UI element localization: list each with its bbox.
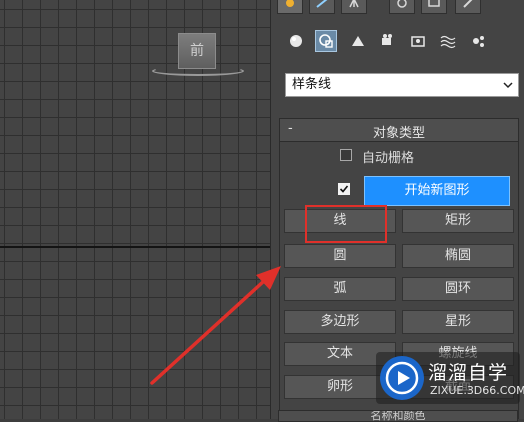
- motion-tab[interactable]: [389, 0, 415, 14]
- shape-category-dropdown[interactable]: 样条线: [285, 73, 519, 97]
- space-warps-icon: [440, 35, 456, 49]
- modify-tab-icon: [316, 0, 328, 8]
- cameras-icon: [382, 34, 392, 45]
- utilities-tab-icon: [463, 0, 473, 8]
- modify-tab[interactable]: [309, 0, 335, 14]
- object-type-rollout-header[interactable]: - 对象类型: [280, 119, 518, 142]
- helpers-subcategory[interactable]: [407, 30, 429, 52]
- name-and-color-rollout-header[interactable]: 名称和颜色: [278, 410, 518, 422]
- arc-button[interactable]: 弧: [284, 277, 396, 301]
- watermark: 溜溜自学 ZIXUE.3D66.COM: [376, 352, 524, 404]
- line-button-highlight: [305, 205, 387, 243]
- hierarchy-tab-icon: [349, 0, 359, 8]
- display-tab[interactable]: [421, 0, 447, 14]
- play-logo-icon: [385, 361, 419, 395]
- create-subcategory-toolbar: [285, 30, 515, 54]
- create-tab[interactable]: [277, 0, 303, 14]
- donut-button[interactable]: 圆环: [402, 277, 514, 301]
- start-new-shape-button[interactable]: 开始新图形: [364, 176, 510, 206]
- systems-subcategory[interactable]: [467, 30, 489, 52]
- watermark-title: 溜溜自学: [428, 362, 509, 384]
- lights-subcategory[interactable]: [347, 30, 369, 52]
- lights-icon: [352, 36, 364, 46]
- watermark-logo: [380, 356, 424, 400]
- start-new-shape-checkbox[interactable]: [338, 183, 350, 195]
- geometry-icon: [290, 35, 302, 47]
- chevron-down-icon: [503, 82, 513, 89]
- watermark-url: ZIXUE.3D66.COM: [430, 384, 524, 397]
- perspective-viewport[interactable]: 前: [0, 0, 270, 419]
- rectangle-button[interactable]: 矩形: [402, 209, 514, 233]
- star-button[interactable]: 星形: [402, 310, 514, 334]
- cameras-subcategory[interactable]: [377, 30, 399, 52]
- space-warps-subcategory[interactable]: [437, 30, 459, 52]
- shapes-icon: [319, 34, 333, 48]
- ngon-button[interactable]: 多边形: [284, 310, 396, 334]
- motion-tab-icon: [397, 0, 407, 8]
- autogrid-checkbox[interactable]: [340, 149, 352, 161]
- utilities-tab[interactable]: [455, 0, 481, 14]
- ellipse-button[interactable]: 椭圆: [402, 244, 514, 268]
- geometry-subcategory[interactable]: [285, 30, 307, 52]
- autogrid-label: 自动栅格: [362, 151, 415, 166]
- start-new-shape-label: 开始新图形: [404, 183, 470, 198]
- helpers-icon: [411, 36, 425, 47]
- command-panel-tabs: [271, 0, 524, 18]
- systems-icon: [473, 36, 484, 47]
- shapes-subcategory[interactable]: [315, 30, 337, 52]
- shape-category-value: 样条线: [292, 77, 332, 92]
- rollout-title: 对象类型: [372, 126, 425, 141]
- viewcube[interactable]: 前: [178, 33, 216, 69]
- grid-home-axis: [0, 246, 270, 248]
- checkmark-icon: [339, 185, 349, 193]
- display-tab-icon: [428, 0, 440, 7]
- circle-button[interactable]: 圆: [284, 244, 396, 268]
- hierarchy-tab[interactable]: [341, 0, 367, 14]
- viewcube-face-label: 前: [190, 43, 204, 59]
- create-tab-icon: [286, 0, 294, 7]
